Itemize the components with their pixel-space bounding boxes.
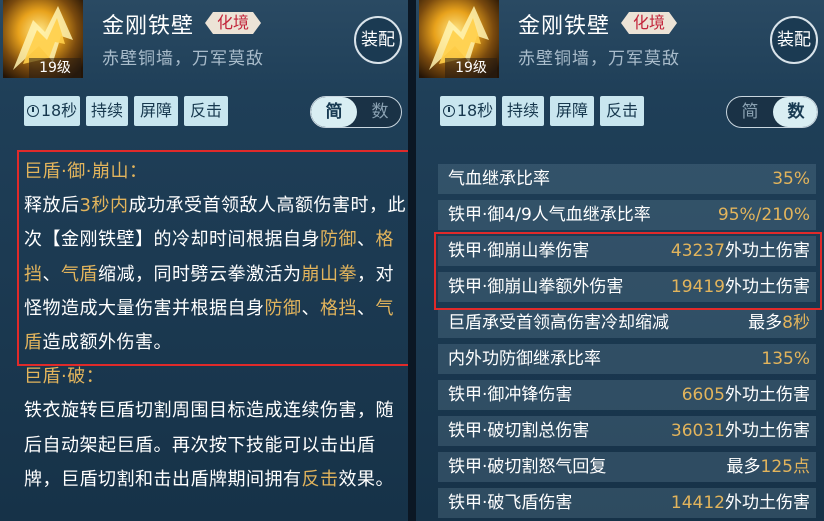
- stat-row: 铁甲·破飞盾伤害 14412外功土伤害: [438, 488, 816, 518]
- stat-value: 125点: [760, 457, 810, 477]
- stat-value: 36031: [670, 421, 725, 441]
- skill-name: 金刚铁壁: [102, 14, 195, 39]
- stat-value-wrap: 14412外功土伤害: [671, 488, 810, 518]
- stat-value: 135%: [761, 349, 810, 369]
- skill-subtitle: 赤壁铜墙，万军莫敌: [518, 49, 680, 69]
- stat-label: 铁甲·御冲锋伤害: [448, 385, 573, 405]
- stat-value-wrap: 最多8秒: [748, 308, 810, 338]
- toggle-numeric[interactable]: 数: [773, 97, 817, 127]
- stat-label: 巨盾承受首领高伤害冷却缩减: [448, 313, 669, 333]
- stat-value: 35%: [772, 169, 810, 189]
- stat-value: 95%/210%: [717, 205, 810, 225]
- desc-section-2: 巨盾·破： 铁衣旋转巨盾切割周围目标造成连续伤害，随后自动架起巨盾。再次按下技能…: [24, 360, 406, 497]
- toggle-numeric[interactable]: 数: [357, 97, 401, 127]
- desc-keyword: 反击: [301, 468, 339, 490]
- tag-duration: 持续: [86, 96, 128, 126]
- cooldown-value: 18秒: [456, 101, 494, 120]
- toggle-brief[interactable]: 简: [311, 97, 357, 127]
- skill-icon[interactable]: 19级: [3, 0, 83, 78]
- tag-counter: 反击: [600, 96, 644, 126]
- stat-value-wrap: 95%/210%: [718, 200, 810, 230]
- clock-icon: [26, 105, 39, 117]
- stat-row: 铁甲·破切割总伤害 36031外功土伤害: [438, 416, 816, 446]
- skill-panel-numeric: 19级 金刚铁壁 化境 赤壁铜墙，万军莫敌 装配 18秒 持续 屏障 反击 简 …: [416, 0, 824, 521]
- stat-label: 内外功防御继承比率: [448, 349, 601, 369]
- stat-value-wrap: 6605外功土伤害: [682, 380, 810, 410]
- stat-label: 铁甲·破飞盾伤害: [448, 493, 573, 513]
- stat-value: 14412: [670, 493, 725, 513]
- stat-value-wrap: 135%: [761, 344, 810, 374]
- stat-row: 气血继承比率 35%: [438, 164, 816, 194]
- skill-header: 19级 金刚铁壁 化境 赤壁铜墙，万军莫敌 装配: [416, 0, 824, 80]
- stat-label: 铁甲·破切割总伤害: [448, 421, 590, 441]
- stat-row: 铁甲·御冲锋伤害 6605外功土伤害: [438, 380, 816, 410]
- view-toggle[interactable]: 简 数: [310, 96, 402, 128]
- annotation-box: [17, 150, 408, 366]
- skill-subtitle: 赤壁铜墙，万军莫敌: [102, 49, 264, 69]
- skill-icon[interactable]: 19级: [419, 0, 499, 78]
- toggle-brief[interactable]: 简: [727, 97, 773, 127]
- cooldown-tag: 18秒: [440, 96, 496, 126]
- tag-barrier: 屏障: [550, 96, 594, 126]
- tag-barrier: 屏障: [134, 96, 178, 126]
- stat-row: 内外功防御继承比率 135%: [438, 344, 816, 374]
- stat-suffix: 外功土伤害: [725, 421, 810, 441]
- clock-icon: [442, 105, 455, 117]
- cooldown-value: 18秒: [40, 101, 78, 120]
- view-toggle[interactable]: 简 数: [726, 96, 818, 128]
- stat-label: 铁甲·破切割怒气回复: [448, 457, 607, 477]
- skill-level-badge: 19级: [445, 58, 497, 78]
- tag-counter: 反击: [184, 96, 228, 126]
- stat-row: 铁甲·破切割怒气回复 最多125点: [438, 452, 816, 482]
- stat-label: 铁甲·御4/9人气血继承比率: [448, 205, 651, 225]
- desc-title: 巨盾·破：: [24, 366, 105, 388]
- equip-button[interactable]: 装配: [354, 16, 402, 64]
- stat-value-wrap: 36031外功土伤害: [671, 416, 810, 446]
- skill-name: 金刚铁壁: [518, 14, 611, 39]
- stat-prefix: 最多: [748, 313, 783, 333]
- cooldown-tag: 18秒: [24, 96, 80, 126]
- skill-level-badge: 19级: [29, 58, 81, 78]
- stat-value-wrap: 35%: [772, 164, 810, 194]
- tag-duration: 持续: [502, 96, 544, 126]
- stat-suffix: 外功土伤害: [725, 493, 810, 513]
- realm-tag: 化境: [205, 12, 261, 34]
- desc-text: 效果。: [338, 468, 394, 490]
- stat-value: 8秒: [782, 313, 810, 333]
- stat-value: 6605: [681, 385, 725, 405]
- realm-tag: 化境: [621, 12, 677, 34]
- stat-value-wrap: 最多125点: [727, 452, 810, 482]
- stat-label: 气血继承比率: [448, 169, 550, 189]
- panel-divider: [408, 0, 416, 521]
- skill-header: 19级 金刚铁壁 化境 赤壁铜墙，万军莫敌 装配: [0, 0, 408, 80]
- stat-prefix: 最多: [726, 457, 761, 477]
- equip-button[interactable]: 装配: [770, 16, 818, 64]
- stat-suffix: 外功土伤害: [725, 385, 810, 405]
- skill-panel-brief: 19级 金刚铁壁 化境 赤壁铜墙，万军莫敌 装配 18秒 持续 屏障 反击 简 …: [0, 0, 408, 521]
- stat-row: 巨盾承受首领高伤害冷却缩减 最多8秒: [438, 308, 816, 338]
- stat-row: 铁甲·御4/9人气血继承比率 95%/210%: [438, 200, 816, 230]
- annotation-box: [434, 232, 822, 310]
